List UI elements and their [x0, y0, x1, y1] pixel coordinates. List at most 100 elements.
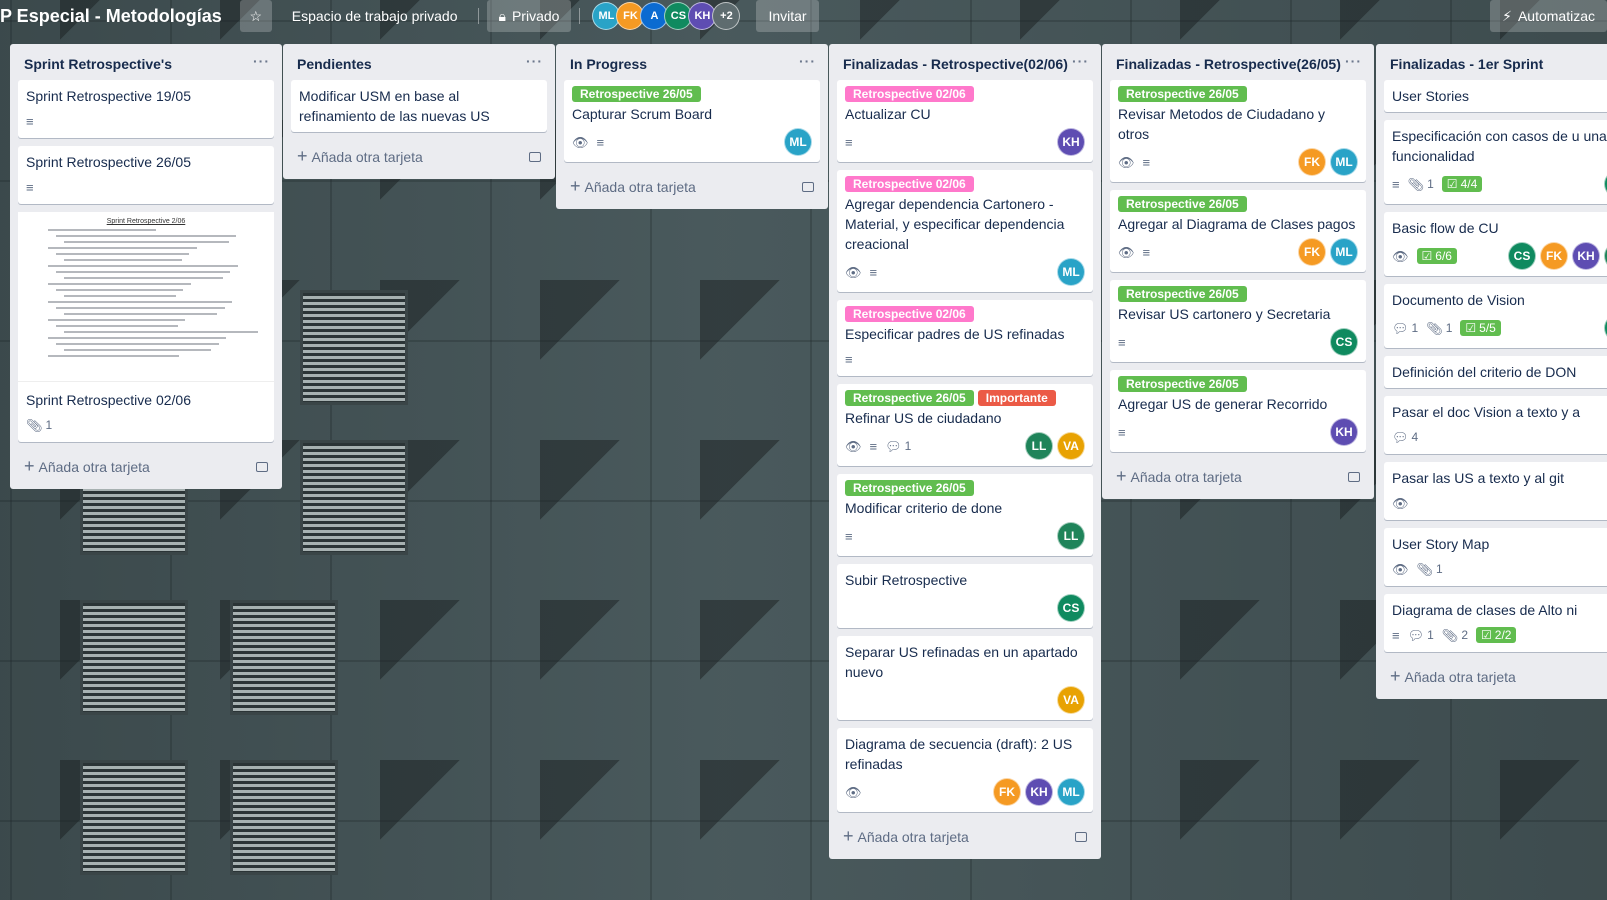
member-avatar[interactable]: VA	[1057, 686, 1085, 714]
card[interactable]: User Story Map 👁︎ 📎︎ 1	[1384, 528, 1607, 586]
card[interactable]: Retrospective 26/05 Revisar US cartonero …	[1110, 280, 1366, 362]
list-header: Sprint Retrospective's ···	[18, 44, 274, 80]
member-avatar[interactable]: CS	[1508, 242, 1536, 270]
board-title[interactable]: P Especial - Metodologías	[0, 6, 232, 27]
add-card-button[interactable]: + Añada otra tarjeta	[18, 450, 274, 489]
invite-button[interactable]: Invitar	[756, 0, 819, 32]
list-title[interactable]: Finalizadas - Retrospective(02/06)	[843, 54, 1068, 74]
add-card-button[interactable]: + Añada otra tarjeta	[1110, 460, 1366, 499]
card[interactable]: Definición del criterio de DON	[1384, 356, 1607, 388]
card[interactable]: User Stories	[1384, 80, 1607, 112]
member-avatar[interactable]: FK	[1540, 242, 1568, 270]
workspace-button[interactable]: Espacio de trabajo privado	[280, 0, 470, 32]
card[interactable]: Sprint Retrospective 19/05 ≡	[18, 80, 274, 138]
member-avatar[interactable]: ML	[1057, 258, 1085, 286]
card-title: Refinar US de ciudadano	[845, 410, 1002, 426]
member-avatar[interactable]: ML	[1330, 148, 1358, 176]
card[interactable]: Retrospective 26/05 Agregar al Diagrama d…	[1110, 190, 1366, 272]
member-avatar[interactable]: FK	[1298, 238, 1326, 266]
add-card-button[interactable]: + Añada otra tarjeta	[564, 170, 820, 209]
list-title[interactable]: Finalizadas - Retrospective(26/05)	[1116, 54, 1341, 74]
list-title[interactable]: Pendientes	[297, 54, 372, 74]
member-avatar[interactable]: LL	[1025, 432, 1053, 460]
description-icon: ≡	[1142, 244, 1151, 260]
member-avatar[interactable]: KH	[1057, 128, 1085, 156]
description-icon: ≡	[845, 528, 853, 544]
card[interactable]: Diagrama de clases de Alto ni ≡ 💬︎ 1 📎︎ 2 ☑ 2/2	[1384, 594, 1607, 652]
card[interactable]: Separar US refinadas en un apartado nuev…	[837, 636, 1093, 720]
card-label[interactable]: Importante	[977, 390, 1056, 406]
member-avatar[interactable]: CS	[1057, 594, 1085, 622]
card-label[interactable]: Retrospective 02/06	[845, 86, 974, 102]
list-menu-icon[interactable]: ···	[799, 54, 816, 68]
list-menu-icon[interactable]: ···	[526, 54, 543, 68]
card[interactable]: Retrospective 26/05 Capturar Scrum Board 👁…	[564, 80, 820, 162]
card[interactable]: Retrospective 26/05 Revisar Metodos de Ci…	[1110, 80, 1366, 182]
card[interactable]: Sprint Retrospective 26/05 ≡	[18, 146, 274, 204]
more-members-badge[interactable]: +2	[712, 2, 741, 30]
checklist-badge: ☑ 4/4	[1441, 176, 1483, 192]
card-badges: ≡ LL	[845, 522, 1085, 550]
card[interactable]: Pasar las US a texto y al git 👁︎	[1384, 462, 1607, 520]
card-label[interactable]: Retrospective 02/06	[845, 306, 974, 322]
card[interactable]: Retrospective 02/06 Especificar padres de…	[837, 300, 1093, 376]
template-icon[interactable]	[802, 181, 814, 192]
add-card-button[interactable]: + Añada otra tarjeta	[837, 820, 1093, 859]
star-button[interactable]: ☆	[239, 0, 272, 32]
card[interactable]: Retrospective 02/06 Actualizar CU ≡ KH	[837, 80, 1093, 162]
member-avatar[interactable]: KH	[1025, 778, 1053, 806]
member-avatar[interactable]: LL	[1057, 522, 1085, 550]
card[interactable]: Retrospective 26/05 Agregar US de generar…	[1110, 370, 1366, 452]
template-icon[interactable]	[256, 461, 268, 472]
list-menu-icon[interactable]: ···	[1072, 54, 1089, 68]
card[interactable]: Retrospective 26/05 Modificar criterio de…	[837, 474, 1093, 556]
card-label[interactable]: Retrospective 26/05	[1118, 86, 1247, 102]
card-members: VA	[1057, 686, 1085, 714]
cover-text-line	[64, 331, 259, 333]
card-labels: Retrospective 26/05	[1118, 376, 1358, 392]
automation-button[interactable]: ⚡︎ Automatizac	[1490, 0, 1607, 32]
card-members: KH	[1330, 418, 1358, 446]
visibility-button[interactable]: 🔒︎ Privado	[486, 0, 572, 32]
list-title[interactable]: In Progress	[570, 54, 647, 74]
card[interactable]: Pasar el doc Vision a texto y a 💬︎ 4	[1384, 396, 1607, 454]
template-icon[interactable]	[1348, 471, 1360, 482]
card-label[interactable]: Retrospective 26/05	[845, 480, 974, 496]
add-card-button[interactable]: + Añada otra tarjeta	[1384, 660, 1607, 699]
member-avatar[interactable]: FK	[1298, 148, 1326, 176]
cover-text-line	[64, 277, 223, 279]
card[interactable]: Especificación con casos de u una funcio…	[1384, 120, 1607, 204]
card[interactable]: Retrospective 26/05 Importante Refinar US …	[837, 384, 1093, 466]
template-icon[interactable]	[1075, 831, 1087, 842]
add-card-label-wrap: + Añada otra tarjeta	[24, 456, 150, 477]
list-title[interactable]: Sprint Retrospective's	[24, 54, 172, 74]
card-label[interactable]: Retrospective 02/06	[845, 176, 974, 192]
card[interactable]: Basic flow de CU 👁︎ ☑6/6 CSFKKHLL	[1384, 212, 1607, 276]
member-avatar[interactable]: KH	[1572, 242, 1600, 270]
description-icon: ≡	[596, 134, 605, 150]
plus-icon: +	[1116, 466, 1127, 486]
card-label[interactable]: Retrospective 26/05	[1118, 376, 1247, 392]
list-menu-icon[interactable]: ···	[1345, 54, 1362, 68]
member-avatar[interactable]: ML	[1057, 778, 1085, 806]
add-card-button[interactable]: + Añada otra tarjeta	[291, 140, 547, 179]
card-label[interactable]: Retrospective 26/05	[845, 390, 974, 406]
card[interactable]: Documento de Vision💬︎1📎︎1☑5/5CS	[1384, 284, 1607, 348]
card[interactable]: Retrospective 02/06 Agregar dependencia C…	[837, 170, 1093, 292]
list-title[interactable]: Finalizadas - 1er Sprint	[1390, 54, 1543, 74]
member-avatar[interactable]: CS	[1330, 328, 1358, 356]
card[interactable]: Sprint Retrospective 2/06 Sprint Retrospe…	[18, 212, 274, 442]
card[interactable]: Diagrama de secuencia (draft): 2 US refi…	[837, 728, 1093, 812]
card-label[interactable]: Retrospective 26/05	[572, 86, 701, 102]
member-avatar[interactable]: ML	[784, 128, 812, 156]
card-label[interactable]: Retrospective 26/05	[1118, 196, 1247, 212]
card[interactable]: Modificar USM en base al refinamiento de…	[291, 80, 547, 132]
member-avatar[interactable]: KH	[1330, 418, 1358, 446]
member-avatar[interactable]: VA	[1057, 432, 1085, 460]
template-icon[interactable]	[529, 151, 541, 162]
member-avatar[interactable]: ML	[1330, 238, 1358, 266]
list-menu-icon[interactable]: ···	[253, 54, 270, 68]
member-avatar[interactable]: FK	[993, 778, 1021, 806]
card[interactable]: Subir Retrospective CS	[837, 564, 1093, 628]
card-label[interactable]: Retrospective 26/05	[1118, 286, 1247, 302]
